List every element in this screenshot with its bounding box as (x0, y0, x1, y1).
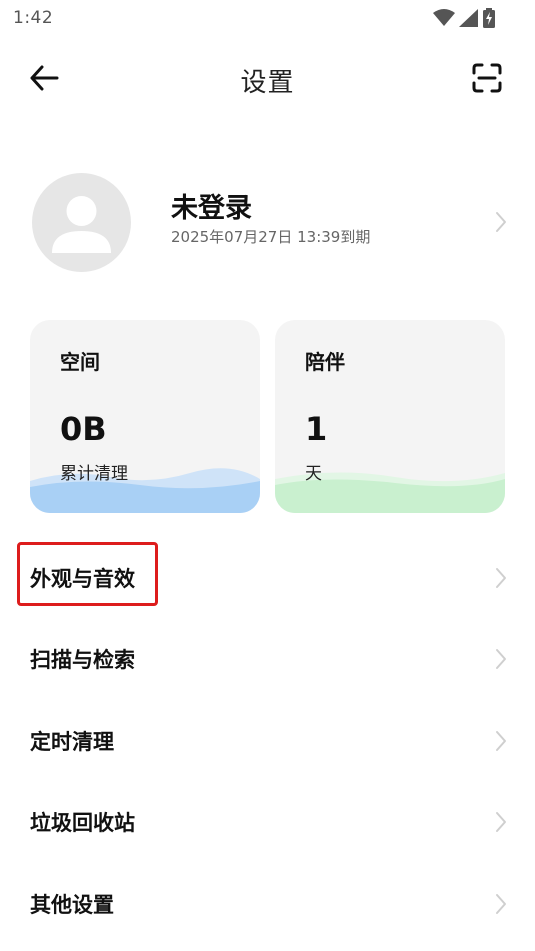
menu-item-label: 外观与音效 (30, 567, 135, 591)
status-icons (433, 8, 495, 28)
storage-card[interactable]: 空间 0B 累计清理 (30, 320, 260, 513)
profile-row[interactable]: 未登录 2025年07月27日 13:39到期 (0, 165, 535, 285)
menu-item-scheduled-clean[interactable]: 定时清理 (0, 706, 535, 776)
card-value: 1 (305, 410, 328, 448)
scan-button[interactable] (467, 58, 507, 98)
menu-item-label: 扫描与检索 (30, 648, 135, 672)
card-value: 0B (60, 410, 107, 448)
menu-item-label: 定时清理 (30, 730, 114, 754)
scan-icon (472, 63, 502, 93)
user-avatar-icon (52, 196, 111, 253)
wifi-icon (433, 9, 455, 26)
page-title: 设置 (240, 68, 295, 98)
menu-item-other-settings[interactable]: 其他设置 (0, 869, 535, 939)
avatar[interactable] (32, 173, 131, 272)
menu-item-scan-search[interactable]: 扫描与检索 (0, 624, 535, 694)
app-header: 设置 (0, 50, 535, 106)
chevron-right-icon (496, 568, 506, 588)
menu-item-label: 垃圾回收站 (30, 811, 135, 835)
card-title: 空间 (60, 350, 100, 374)
profile-expiry: 2025年07月27日 13:39到期 (171, 228, 371, 246)
menu-item-appearance-sound[interactable]: 外观与音效 (0, 543, 535, 613)
chevron-right-icon (496, 212, 506, 232)
signal-icon (459, 9, 478, 27)
status-bar: 1:42 (0, 0, 535, 36)
chevron-right-icon (496, 812, 506, 832)
battery-charging-icon (483, 8, 495, 28)
companion-card[interactable]: 陪伴 1 天 (275, 320, 505, 513)
menu-item-recycle-bin[interactable]: 垃圾回收站 (0, 787, 535, 857)
card-title: 陪伴 (305, 350, 345, 374)
status-time: 1:42 (13, 8, 54, 28)
chevron-right-icon (496, 731, 506, 751)
profile-name: 未登录 (171, 193, 252, 224)
menu-item-label: 其他设置 (30, 893, 114, 917)
chevron-right-icon (496, 649, 506, 669)
card-subtitle: 天 (305, 464, 322, 484)
settings-screen: 1:42 设置 未登录 2025年07月27日 13:39到期 空间 0B 累计… (0, 0, 535, 951)
chevron-right-icon (496, 894, 506, 914)
card-subtitle: 累计清理 (60, 464, 128, 484)
